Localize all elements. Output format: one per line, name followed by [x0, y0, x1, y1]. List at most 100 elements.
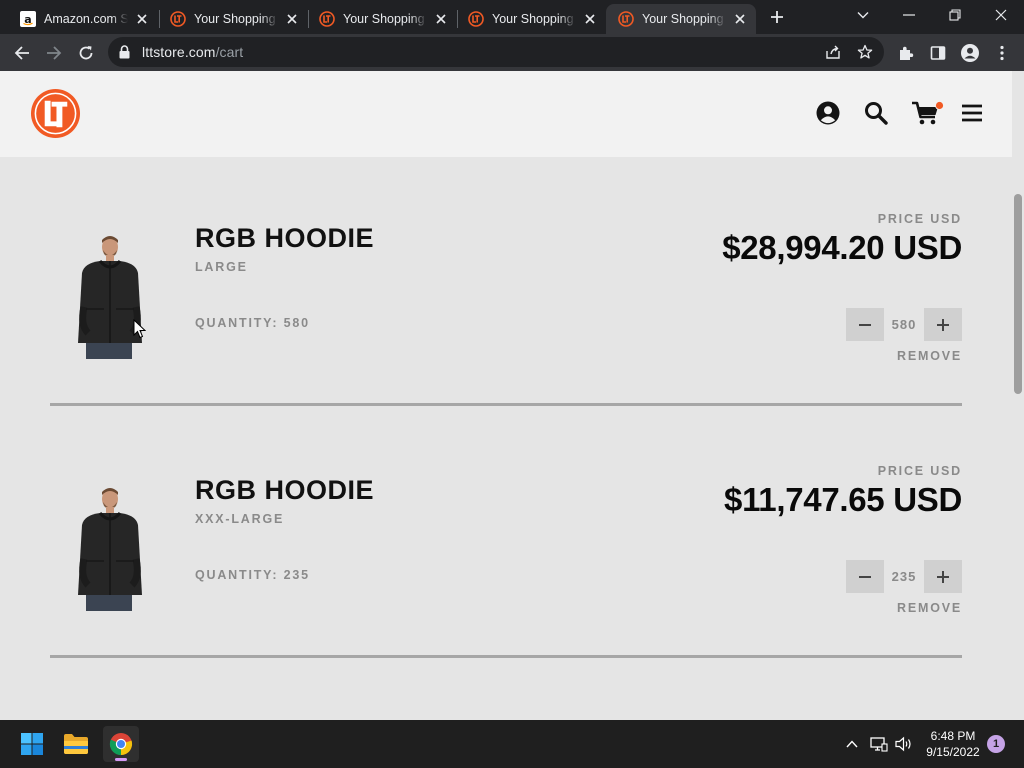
browser-tab[interactable]: Your Shopping Cart [307, 4, 457, 34]
rgb-hoodie-product-image[interactable] [70, 485, 150, 611]
profile-button[interactable] [959, 42, 981, 64]
tab-search-button[interactable] [840, 0, 886, 30]
plus-icon [771, 11, 783, 23]
quantity-value[interactable]: 235 [884, 560, 924, 593]
decrease-quantity-button[interactable] [846, 308, 884, 341]
folder-icon [64, 734, 88, 754]
tab-title: Your Shopping Cart [492, 12, 576, 26]
address-bar[interactable]: lttstore.com/cart [108, 37, 884, 67]
file-explorer-button[interactable] [58, 726, 94, 762]
close-window-button[interactable] [978, 0, 1024, 30]
more-vertical-icon [1000, 45, 1004, 61]
browser-tab[interactable]: Your Shopping Cart [456, 4, 606, 34]
ltt-logo-icon [319, 11, 335, 27]
tab-close-icon[interactable] [582, 11, 598, 27]
rgb-hoodie-product-image[interactable] [70, 233, 150, 359]
tab-title: Your Shopping Cart [194, 12, 278, 26]
tab-close-icon[interactable] [284, 11, 300, 27]
product-quantity-label: QUANTITY: 580 [195, 316, 310, 330]
cart-item: RGB HOODIE XXX-LARGE QUANTITY: 235 PRICE… [50, 464, 962, 720]
tab-close-icon[interactable] [433, 11, 449, 27]
profile-avatar-icon [961, 44, 979, 62]
minus-icon [859, 323, 871, 326]
menu-button[interactable] [958, 99, 986, 127]
account-button[interactable] [814, 99, 842, 127]
extensions-button[interactable] [895, 42, 917, 64]
speaker-icon [895, 736, 911, 752]
chevron-down-icon [857, 12, 869, 19]
start-button[interactable] [14, 726, 50, 762]
remove-item-link[interactable]: REMOVE [897, 349, 962, 363]
lock-icon [119, 45, 130, 59]
browser-menu-button[interactable] [991, 42, 1013, 64]
arrow-left-icon [14, 46, 29, 60]
hamburger-menu-icon [962, 104, 982, 122]
increase-quantity-button[interactable] [924, 560, 962, 593]
chrome-taskbar-button[interactable] [103, 726, 139, 762]
back-button[interactable] [8, 39, 36, 67]
site-header [0, 71, 1012, 157]
reload-button[interactable] [72, 39, 100, 67]
item-divider [50, 403, 962, 406]
forward-button[interactable] [40, 39, 68, 67]
taskbar: 6:48 PM 9/15/2022 [0, 720, 1024, 768]
notification-badge[interactable]: 1 [987, 735, 1005, 753]
tab-close-icon[interactable] [134, 11, 150, 27]
show-hidden-icons-button[interactable] [842, 734, 862, 754]
new-tab-button[interactable] [766, 6, 788, 28]
increase-quantity-button[interactable] [924, 308, 962, 341]
browser-tab-strip: a Amazon.com Shopping Cart Your Shopping… [0, 0, 1024, 34]
network-button[interactable] [869, 734, 889, 754]
browser-tab-active[interactable]: Your Shopping Cart [606, 4, 756, 34]
windows-logo-icon [21, 733, 43, 755]
scrollbar-thumb[interactable] [1014, 194, 1022, 394]
page-scrollbar[interactable] [1012, 71, 1024, 720]
plus-icon [937, 318, 949, 331]
side-panel-button[interactable] [927, 42, 949, 64]
quantity-value[interactable]: 580 [884, 308, 924, 341]
product-quantity-label: QUANTITY: 235 [195, 568, 310, 582]
browser-tab[interactable]: Your Shopping Cart [158, 4, 308, 34]
network-icon [870, 737, 888, 752]
tab-title: Amazon.com Shopping Cart [44, 12, 128, 26]
cart-item: RGB HOODIE LARGE QUANTITY: 580 PRICE USD… [50, 212, 962, 475]
reload-icon [79, 46, 93, 60]
price-label: PRICE USD [877, 464, 962, 478]
url-path: /cart [215, 44, 244, 60]
share-button[interactable] [824, 43, 842, 61]
close-icon [995, 9, 1007, 21]
arrow-right-icon [47, 46, 62, 60]
side-panel-icon [930, 46, 946, 60]
chevron-up-icon [846, 740, 858, 748]
browser-tab[interactable]: a Amazon.com Shopping Cart [8, 4, 158, 34]
mouse-cursor-icon [133, 319, 146, 339]
ltt-logo-icon [468, 11, 484, 27]
page-viewport: RGB HOODIE LARGE QUANTITY: 580 PRICE USD… [0, 71, 1024, 720]
tab-title: Your Shopping Cart [642, 12, 726, 26]
minimize-button[interactable] [886, 0, 932, 30]
active-app-indicator [115, 758, 127, 761]
price-label: PRICE USD [877, 212, 962, 226]
tab-close-icon[interactable] [732, 11, 748, 27]
star-icon [857, 44, 873, 59]
bookmark-button[interactable] [856, 43, 874, 61]
quantity-stepper: 235 [846, 560, 962, 593]
remove-item-link[interactable]: REMOVE [897, 601, 962, 615]
user-circle-icon [816, 101, 840, 125]
browser-toolbar: lttstore.com/cart [0, 34, 1024, 71]
system-clock[interactable]: 6:48 PM 9/15/2022 [920, 728, 986, 760]
product-price: $28,994.20 USD [722, 229, 962, 266]
restore-icon [949, 9, 961, 21]
search-button[interactable] [862, 99, 890, 127]
restore-button[interactable] [932, 0, 978, 30]
volume-button[interactable] [894, 734, 914, 754]
puzzle-icon [900, 46, 914, 60]
cart-button[interactable] [910, 99, 946, 127]
search-icon [865, 102, 888, 125]
minus-icon [859, 575, 871, 578]
shopping-cart-icon [912, 101, 944, 125]
product-name: RGB HOODIE [195, 475, 375, 505]
decrease-quantity-button[interactable] [846, 560, 884, 593]
ltt-store-logo[interactable] [30, 88, 81, 139]
chrome-icon [109, 733, 133, 756]
